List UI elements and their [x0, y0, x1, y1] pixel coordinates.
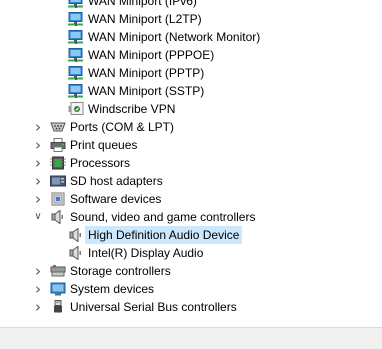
- tree-item-label: High Definition Audio Device: [85, 226, 243, 244]
- vpn-adapter-icon: [68, 102, 84, 116]
- software-device-icon: [50, 192, 66, 206]
- tree-item-label: WAN Miniport (SSTP): [88, 84, 205, 98]
- tree-item-label: Software devices: [70, 192, 162, 206]
- chevron-down-icon[interactable]: ∨: [32, 208, 44, 226]
- tree-item[interactable]: › SD host adapters: [0, 172, 382, 190]
- tree-item[interactable]: WAN Miniport (L2TP): [0, 10, 382, 28]
- device-tree[interactable]: WAN Miniport (IPv6) WAN Miniport (L2TP) WA…: [0, 0, 382, 316]
- tree-item[interactable]: High Definition Audio Device: [0, 226, 382, 244]
- tree-item-label: WAN Miniport (IPv6): [88, 0, 197, 8]
- tree-item[interactable]: › System devices: [0, 280, 382, 298]
- chevron-right-icon[interactable]: ›: [32, 136, 44, 154]
- network-adapter-icon: [68, 84, 84, 98]
- speaker-icon: [68, 227, 84, 243]
- tree-item[interactable]: WAN Miniport (Network Monitor): [0, 28, 382, 46]
- chevron-right-icon[interactable]: ›: [32, 154, 44, 172]
- speaker-icon: [50, 209, 66, 225]
- tree-item[interactable]: WAN Miniport (PPTP): [0, 64, 382, 82]
- tree-item[interactable]: WAN Miniport (PPPOE): [0, 46, 382, 64]
- sd-adapter-icon: [50, 174, 66, 188]
- speaker-icon: [68, 245, 84, 261]
- chevron-right-icon[interactable]: ›: [32, 172, 44, 190]
- chevron-right-icon[interactable]: ›: [32, 280, 44, 298]
- chevron-right-icon[interactable]: ›: [32, 298, 44, 316]
- chevron-right-icon[interactable]: ›: [32, 190, 44, 208]
- tree-item[interactable]: › Ports (COM & LPT): [0, 118, 382, 136]
- tree-item-label: SD host adapters: [70, 174, 163, 188]
- tree-item[interactable]: Windscribe VPN: [0, 100, 382, 118]
- tree-item-label: WAN Miniport (PPPOE): [88, 48, 215, 62]
- network-adapter-icon: [68, 12, 84, 26]
- storage-controller-icon: [50, 264, 66, 278]
- tree-item[interactable]: › Universal Serial Bus controllers: [0, 298, 382, 316]
- tree-item[interactable]: ∨ Sound, video and game controllers: [0, 208, 382, 226]
- network-adapter-icon: [68, 30, 84, 44]
- tree-item[interactable]: › Software devices: [0, 190, 382, 208]
- tree-item-label: Ports (COM & LPT): [70, 120, 175, 134]
- tree-item-label: WAN Miniport (Network Monitor): [88, 30, 261, 44]
- tree-item[interactable]: › Storage controllers: [0, 262, 382, 280]
- tree-item-label: WAN Miniport (PPTP): [88, 66, 205, 80]
- printer-icon: [50, 138, 66, 152]
- processor-icon: [50, 156, 66, 170]
- tree-item[interactable]: Intel(R) Display Audio: [0, 244, 382, 262]
- network-adapter-icon: [68, 48, 84, 62]
- tree-item-label: Processors: [70, 156, 131, 170]
- tree-item[interactable]: › Print queues: [0, 136, 382, 154]
- tree-item-label: Print queues: [70, 138, 138, 152]
- tree-item[interactable]: › Processors: [0, 154, 382, 172]
- usb-icon: [50, 300, 66, 314]
- chevron-right-icon[interactable]: ›: [32, 118, 44, 136]
- tree-item-label: Intel(R) Display Audio: [88, 246, 204, 260]
- system-device-icon: [50, 282, 66, 296]
- port-icon: [50, 120, 66, 134]
- tree-item-label: Storage controllers: [70, 264, 171, 278]
- tree-item-label: System devices: [70, 282, 155, 296]
- network-adapter-icon: [68, 0, 84, 8]
- tree-item-label: WAN Miniport (L2TP): [88, 12, 202, 26]
- chevron-right-icon[interactable]: ›: [32, 262, 44, 280]
- tree-item[interactable]: WAN Miniport (SSTP): [0, 82, 382, 100]
- tree-item-label: Windscribe VPN: [88, 102, 176, 116]
- tree-item[interactable]: WAN Miniport (IPv6): [0, 0, 382, 10]
- status-bar: [0, 327, 382, 349]
- tree-item-label: Universal Serial Bus controllers: [70, 300, 237, 314]
- network-adapter-icon: [68, 66, 84, 80]
- tree-item-label: Sound, video and game controllers: [70, 210, 256, 224]
